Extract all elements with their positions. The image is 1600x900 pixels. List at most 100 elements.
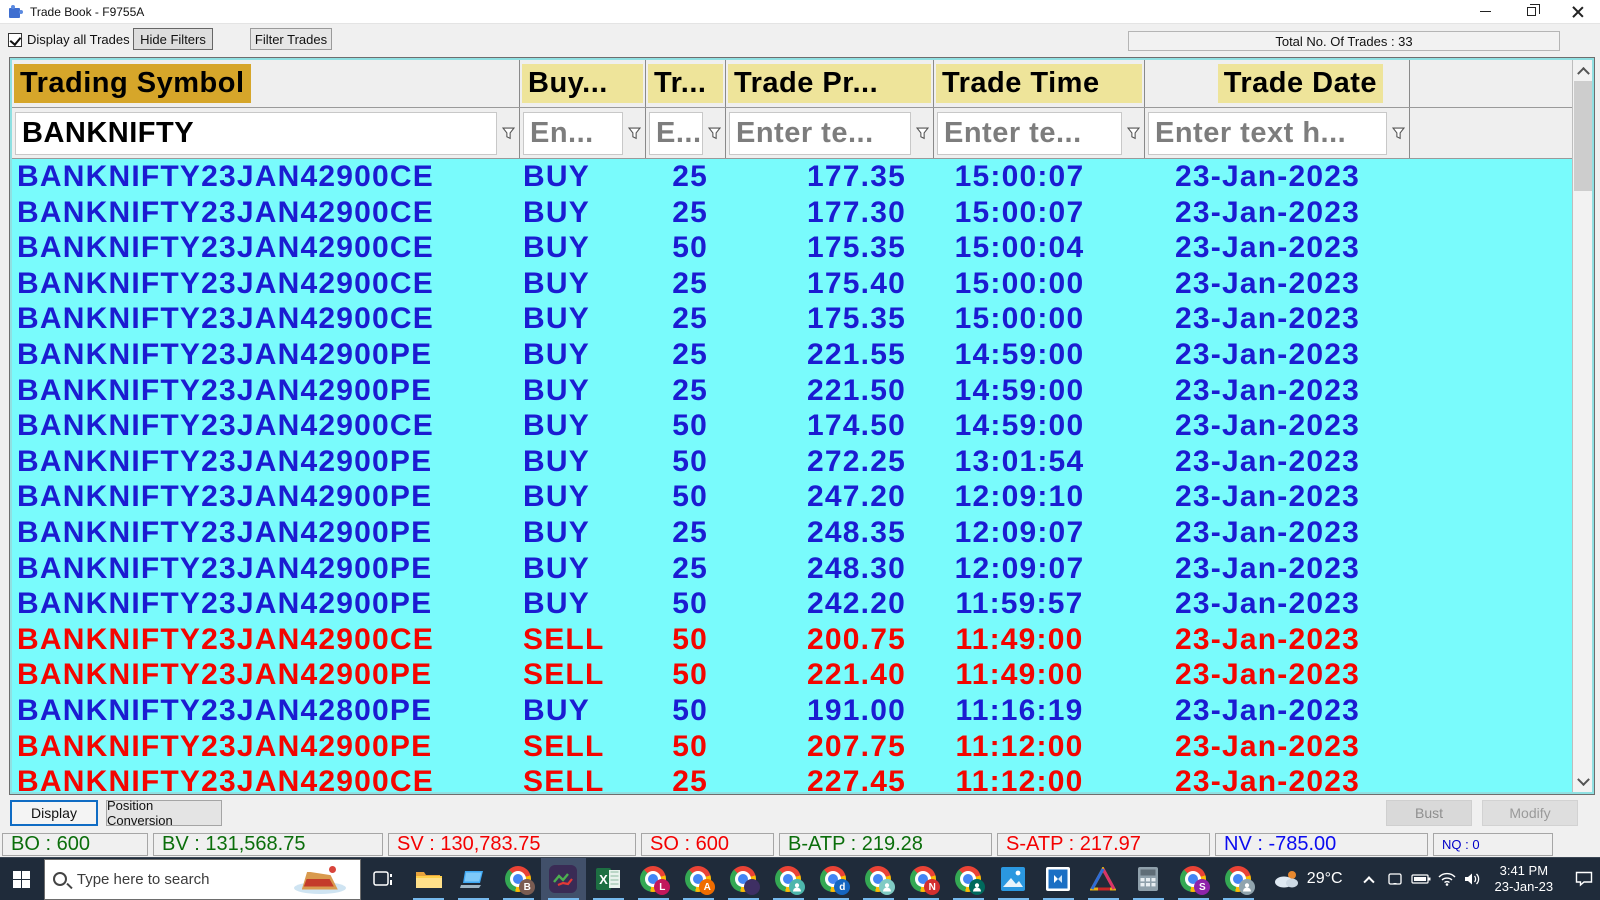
table-row[interactable]: BANKNIFTY23JAN42800PE BUY 50 191.00 11:16:19…: [12, 693, 1572, 729]
chrome-icon: [775, 866, 806, 895]
taskbar-clock[interactable]: 3:41 PM 23-Jan-23: [1485, 863, 1564, 895]
table-row[interactable]: BANKNIFTY23JAN42900PE BUY 50 272.25 13:01:54…: [12, 444, 1572, 480]
column-header-trade-qty[interactable]: Tr...: [646, 60, 726, 107]
photos-icon[interactable]: [991, 858, 1036, 900]
cell-sym: BANKNIFTY23JAN42900PE: [17, 373, 433, 407]
cell-sym: BANKNIFTY23JAN42900CE: [17, 195, 435, 229]
table-row[interactable]: BANKNIFTY23JAN42900CE SELL 50 200.75 11:49:0…: [12, 622, 1572, 658]
filter-funnel-icon[interactable]: [497, 108, 519, 158]
table-row[interactable]: BANKNIFTY23JAN42900PE BUY 25 221.55 14:59:00…: [12, 337, 1572, 373]
table-row[interactable]: BANKNIFTY23JAN42900CE BUY 50 175.35 15:00:04…: [12, 230, 1572, 266]
position-conversion-button[interactable]: Position Conversion: [106, 798, 222, 828]
table-row[interactable]: BANKNIFTY23JAN42900CE BUY 25 177.30 15:00:07…: [12, 195, 1572, 231]
filter-funnel-icon[interactable]: [623, 108, 645, 158]
cell-time: 12:09:07: [954, 515, 1085, 549]
cell-qty: 50: [672, 693, 708, 727]
chrome-profile-s[interactable]: S: [1171, 858, 1216, 900]
vertical-scrollbar[interactable]: [1572, 60, 1592, 792]
table-row[interactable]: BANKNIFTY23JAN42900PE BUY 25 248.35 12:09:07…: [12, 515, 1572, 551]
chrome-profile-b[interactable]: B: [496, 858, 541, 900]
scroll-up-arrow[interactable]: [1573, 60, 1592, 80]
date-filter-input[interactable]: Enter text h...: [1148, 111, 1387, 155]
cell-side: BUY: [523, 693, 590, 727]
table-row[interactable]: BANKNIFTY23JAN42900CE SELL 25 227.45 11:12:0…: [12, 764, 1572, 792]
column-header-trading-symbol[interactable]: Trading Symbol: [12, 60, 520, 107]
time-filter-input[interactable]: Enter te...: [937, 111, 1122, 155]
cell-price: 175.40: [807, 266, 906, 300]
table-row[interactable]: BANKNIFTY23JAN42900CE BUY 25 175.40 15:00:00…: [12, 266, 1572, 302]
chrome-profile-person-1[interactable]: [766, 858, 811, 900]
table-row[interactable]: BANKNIFTY23JAN42900PE SELL 50 207.75 11:12:0…: [12, 729, 1572, 765]
chrome-profile-d[interactable]: d: [811, 858, 856, 900]
wifi-icon[interactable]: [1435, 858, 1459, 900]
filter-funnel-icon[interactable]: [1387, 108, 1409, 158]
filter-funnel-icon[interactable]: [911, 108, 933, 158]
modify-button[interactable]: Modify: [1482, 800, 1578, 826]
tray-chevron-icon[interactable]: [1357, 858, 1381, 900]
cell-price: 191.00: [807, 693, 906, 727]
chrome-profile-person-4[interactable]: [1216, 858, 1261, 900]
chrome-profile-person-2[interactable]: [856, 858, 901, 900]
cell-date: 23-Jan-2023: [1175, 337, 1360, 371]
cell-time: 15:00:00: [954, 266, 1085, 300]
display-button[interactable]: Display: [10, 800, 98, 826]
filter-funnel-icon[interactable]: [703, 108, 725, 158]
start-button[interactable]: [0, 858, 44, 900]
task-view-icon[interactable]: [361, 858, 406, 900]
trading-app-icon[interactable]: [540, 857, 586, 900]
scrollbar-thumb[interactable]: [1574, 81, 1592, 191]
qty-filter-input[interactable]: E...: [649, 111, 703, 155]
scroll-down-arrow[interactable]: [1573, 772, 1592, 792]
cell-time: 14:59:00: [954, 409, 1085, 443]
table-row[interactable]: BANKNIFTY23JAN42900CE BUY 50 174.50 14:59:00…: [12, 408, 1572, 444]
filter-funnel-icon[interactable]: [1122, 108, 1144, 158]
excel-icon[interactable]: X: [586, 858, 631, 900]
cell-qty: 25: [672, 266, 708, 300]
cell-qty: 25: [672, 765, 708, 792]
symbol-filter-input[interactable]: BANKNIFTY: [15, 111, 497, 155]
filter-trades-button[interactable]: Filter Trades: [250, 28, 332, 50]
table-row[interactable]: BANKNIFTY23JAN42900PE SELL 50 221.40 11:49:0…: [12, 657, 1572, 693]
maximize-button[interactable]: [1508, 0, 1554, 23]
close-button[interactable]: [1554, 0, 1600, 23]
bust-button[interactable]: Bust: [1386, 800, 1472, 826]
cell-qty: 50: [672, 729, 708, 763]
side-filter-input[interactable]: En...: [523, 111, 623, 155]
hide-filters-button[interactable]: Hide Filters: [133, 28, 213, 50]
chrome-profile-l[interactable]: L: [631, 858, 676, 900]
price-filter-input[interactable]: Enter te...: [729, 111, 911, 155]
file-explorer-icon[interactable]: [406, 858, 451, 900]
chrome-profile-person-3[interactable]: [946, 858, 991, 900]
volume-icon[interactable]: [1461, 858, 1485, 900]
table-row[interactable]: BANKNIFTY23JAN42900CE BUY 25 175.35 15:00:00…: [12, 301, 1572, 337]
display-all-trades-checkbox[interactable]: [8, 32, 22, 47]
table-row[interactable]: BANKNIFTY23JAN42900PE BUY 25 221.50 14:59:00…: [12, 373, 1572, 409]
column-header-trade-time[interactable]: Trade Time: [934, 60, 1145, 107]
cell-time: 11:12:00: [955, 765, 1084, 792]
column-header-trade-date[interactable]: Trade Date: [1145, 60, 1410, 107]
battery-icon[interactable]: [1409, 858, 1433, 900]
anydesk-icon[interactable]: [1036, 858, 1081, 900]
minimize-button[interactable]: [1462, 0, 1508, 23]
taskbar-search[interactable]: Type here to search: [43, 858, 361, 900]
cell-qty: 50: [672, 622, 708, 656]
chrome-profile-n[interactable]: N: [901, 858, 946, 900]
column-header-buy-sell[interactable]: Buy...: [520, 60, 646, 107]
taskbar-weather[interactable]: 29°C: [1261, 870, 1355, 888]
calculator-icon[interactable]: [1126, 858, 1171, 900]
prism-app-icon[interactable]: [1081, 858, 1126, 900]
table-row[interactable]: BANKNIFTY23JAN42900PE BUY 50 242.20 11:59:57…: [12, 586, 1572, 622]
cell-side: SELL: [523, 622, 605, 656]
cell-time: 15:00:07: [954, 195, 1085, 229]
chrome-profile-a[interactable]: A: [676, 858, 721, 900]
table-row[interactable]: BANKNIFTY23JAN42900CE BUY 25 177.35 15:00:07…: [12, 159, 1572, 195]
cell-price: 221.50: [807, 373, 906, 407]
tablet-mode-icon[interactable]: [1383, 858, 1407, 900]
column-header-trade-price[interactable]: Trade Pr...: [726, 60, 934, 107]
chrome-icon: S: [1180, 866, 1211, 895]
remote-pc-icon[interactable]: [451, 858, 496, 900]
table-row[interactable]: BANKNIFTY23JAN42900PE BUY 25 248.30 12:09:07…: [12, 551, 1572, 587]
chrome-profile-dark[interactable]: [721, 858, 766, 900]
table-row[interactable]: BANKNIFTY23JAN42900PE BUY 50 247.20 12:09:10…: [12, 479, 1572, 515]
notification-center-icon[interactable]: [1567, 858, 1600, 900]
